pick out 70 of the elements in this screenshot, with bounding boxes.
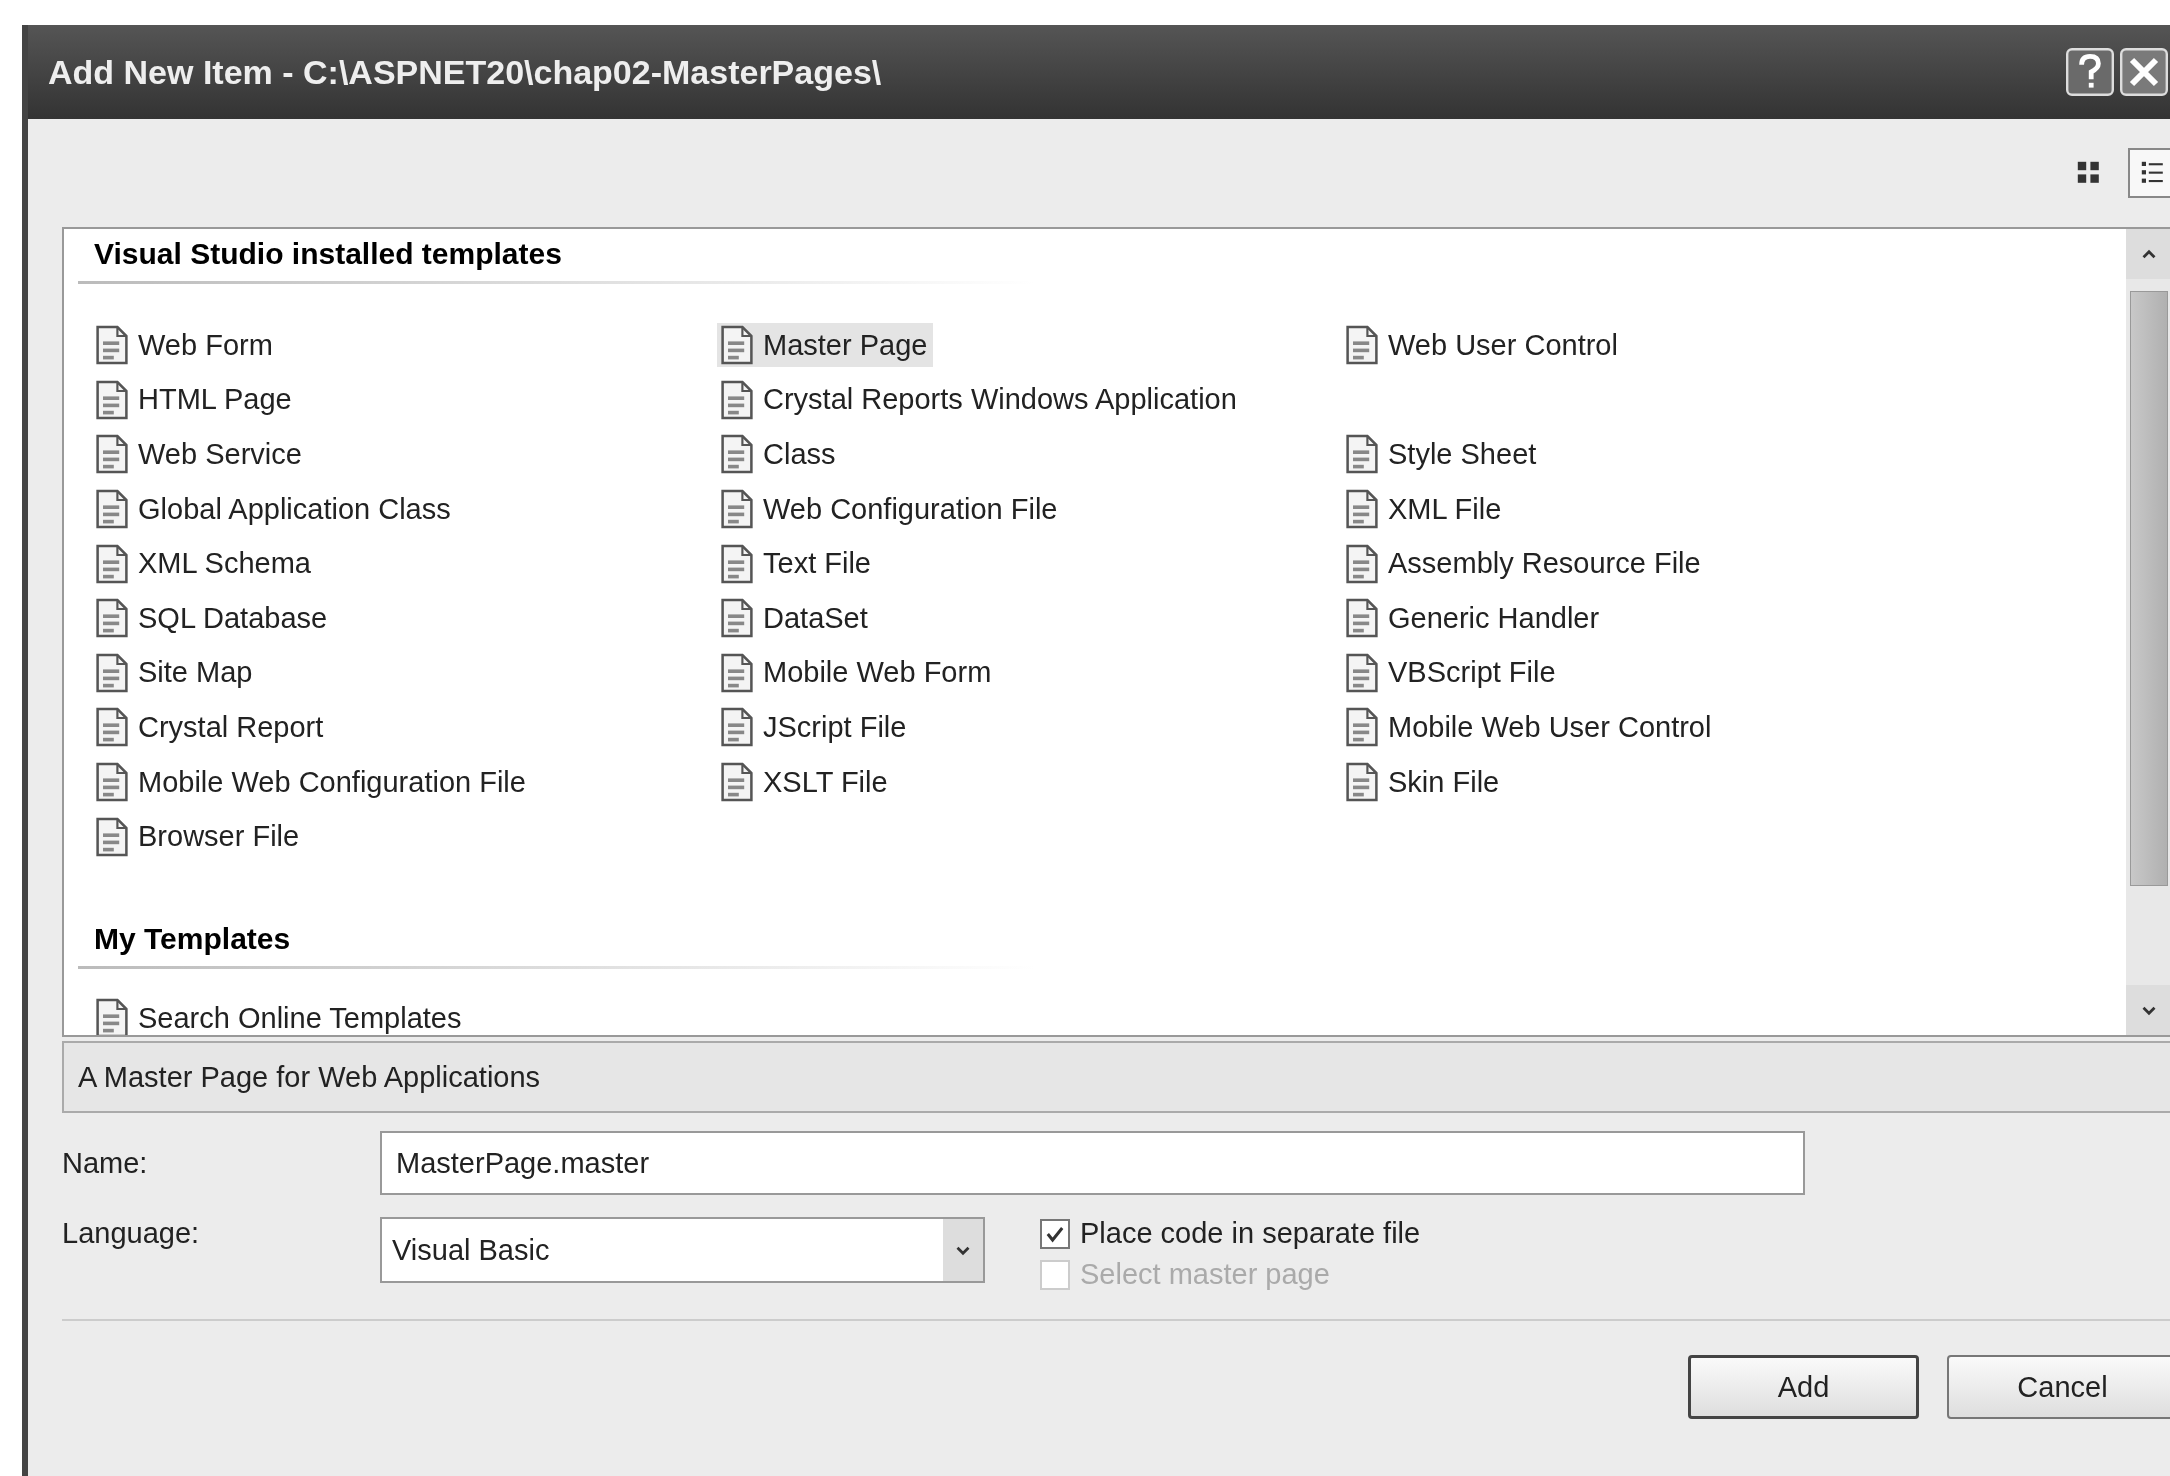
template-item[interactable]: XSLT File <box>717 760 894 805</box>
file-icon <box>94 762 130 803</box>
language-label: Language: <box>62 1217 201 1250</box>
help-icon[interactable] <box>2066 48 2114 96</box>
option-checkbox[interactable]: Place code in separate file <box>1040 1217 1421 1250</box>
file-icon <box>719 598 755 639</box>
template-item[interactable]: Search Online Templates <box>92 996 468 1035</box>
name-field[interactable]: MasterPage.master <box>380 1131 1805 1195</box>
file-icon <box>94 543 130 584</box>
file-icon <box>94 652 130 693</box>
template-item[interactable]: Assembly Resource File <box>1342 541 1707 586</box>
template-item[interactable]: JScript File <box>717 705 913 750</box>
template-item[interactable]: Skin File <box>1342 760 1506 805</box>
file-icon <box>1344 325 1380 366</box>
template-item[interactable]: Style Sheet <box>1342 432 1543 477</box>
file-icon <box>94 434 130 475</box>
file-icon <box>94 707 130 748</box>
file-icon <box>719 652 755 693</box>
file-icon <box>94 325 130 366</box>
file-icon <box>719 325 755 366</box>
template-item[interactable]: DataSet <box>717 596 874 641</box>
language-dropdown[interactable]: Visual Basic <box>380 1217 985 1283</box>
template-item[interactable]: XML File <box>1342 487 1508 532</box>
group-heading: Visual Studio installed templates <box>78 237 1034 284</box>
file-icon <box>719 489 755 530</box>
close-icon[interactable] <box>2120 48 2168 96</box>
template-item[interactable]: Web User Control <box>1342 323 1624 368</box>
template-item[interactable]: Web Form <box>92 323 279 368</box>
template-item[interactable]: SQL Database <box>92 596 334 641</box>
cancel-button[interactable]: Cancel <box>1947 1355 2170 1419</box>
template-item[interactable]: Text File <box>717 541 877 586</box>
template-item[interactable]: VBScript File <box>1342 650 1562 695</box>
template-item[interactable]: HTML Page <box>92 377 298 422</box>
template-item[interactable]: Master Page <box>717 323 934 368</box>
template-item[interactable]: Mobile Web Form <box>717 650 998 695</box>
file-icon <box>1344 707 1380 748</box>
file-icon <box>94 816 130 857</box>
template-item[interactable]: XML Schema <box>92 541 317 586</box>
template-item[interactable]: Crystal Report <box>92 705 330 750</box>
file-icon <box>94 489 130 530</box>
file-icon <box>94 379 130 420</box>
file-icon <box>719 434 755 475</box>
description-text: A Master Page for Web Applications <box>78 1060 541 1094</box>
template-item[interactable]: Mobile Web Configuration File <box>92 760 532 805</box>
file-icon <box>719 543 755 584</box>
template-item[interactable]: Class <box>717 432 842 477</box>
file-icon <box>719 379 755 420</box>
template-item[interactable]: Web Configuration File <box>717 487 1064 532</box>
file-icon <box>1344 762 1380 803</box>
file-icon <box>1344 489 1380 530</box>
file-icon <box>1344 434 1380 475</box>
name-label: Name: <box>62 1146 149 1180</box>
template-item[interactable]: Generic Handler <box>1342 596 1606 641</box>
template-item[interactable]: Mobile Web User Control <box>1342 705 1718 750</box>
small-icons-button[interactable] <box>2128 148 2170 198</box>
file-icon <box>1344 598 1380 639</box>
template-item[interactable]: Web Service <box>92 432 308 477</box>
template-item[interactable]: Global Application Class <box>92 487 457 532</box>
template-item[interactable]: Crystal Reports Windows Application <box>717 377 1243 422</box>
file-icon <box>719 762 755 803</box>
file-icon <box>1344 652 1380 693</box>
window-title: Add New Item - C:\ASPNET20\chap02-MasterPages\ <box>48 52 882 92</box>
template-item[interactable]: Site Map <box>92 650 259 695</box>
file-icon <box>94 598 130 639</box>
template-item[interactable]: Browser File <box>92 814 306 859</box>
scrollbar[interactable] <box>2126 229 2170 1035</box>
add-button[interactable]: Add <box>1688 1355 1919 1419</box>
file-icon <box>719 707 755 748</box>
group-heading: My Templates <box>78 921 1034 969</box>
file-icon <box>1344 543 1380 584</box>
